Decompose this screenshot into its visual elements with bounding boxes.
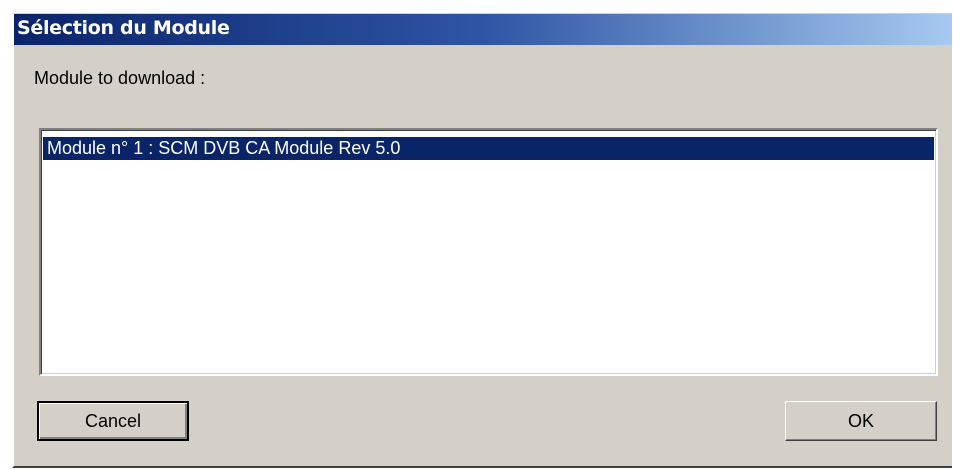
- module-listbox[interactable]: Module n° 1 : SCM DVB CA Module Rev 5.0: [39, 128, 938, 376]
- ok-button[interactable]: OK: [785, 401, 937, 441]
- module-to-download-label: Module to download :: [34, 68, 206, 88]
- list-item-module-1[interactable]: Module n° 1 : SCM DVB CA Module Rev 5.0: [43, 137, 934, 160]
- module-selection-dialog: Sélection du Module Module to download :…: [12, 13, 952, 468]
- title-bar[interactable]: Sélection du Module: [14, 14, 952, 45]
- window-title: Sélection du Module: [17, 17, 230, 39]
- cancel-button[interactable]: Cancel: [37, 401, 189, 441]
